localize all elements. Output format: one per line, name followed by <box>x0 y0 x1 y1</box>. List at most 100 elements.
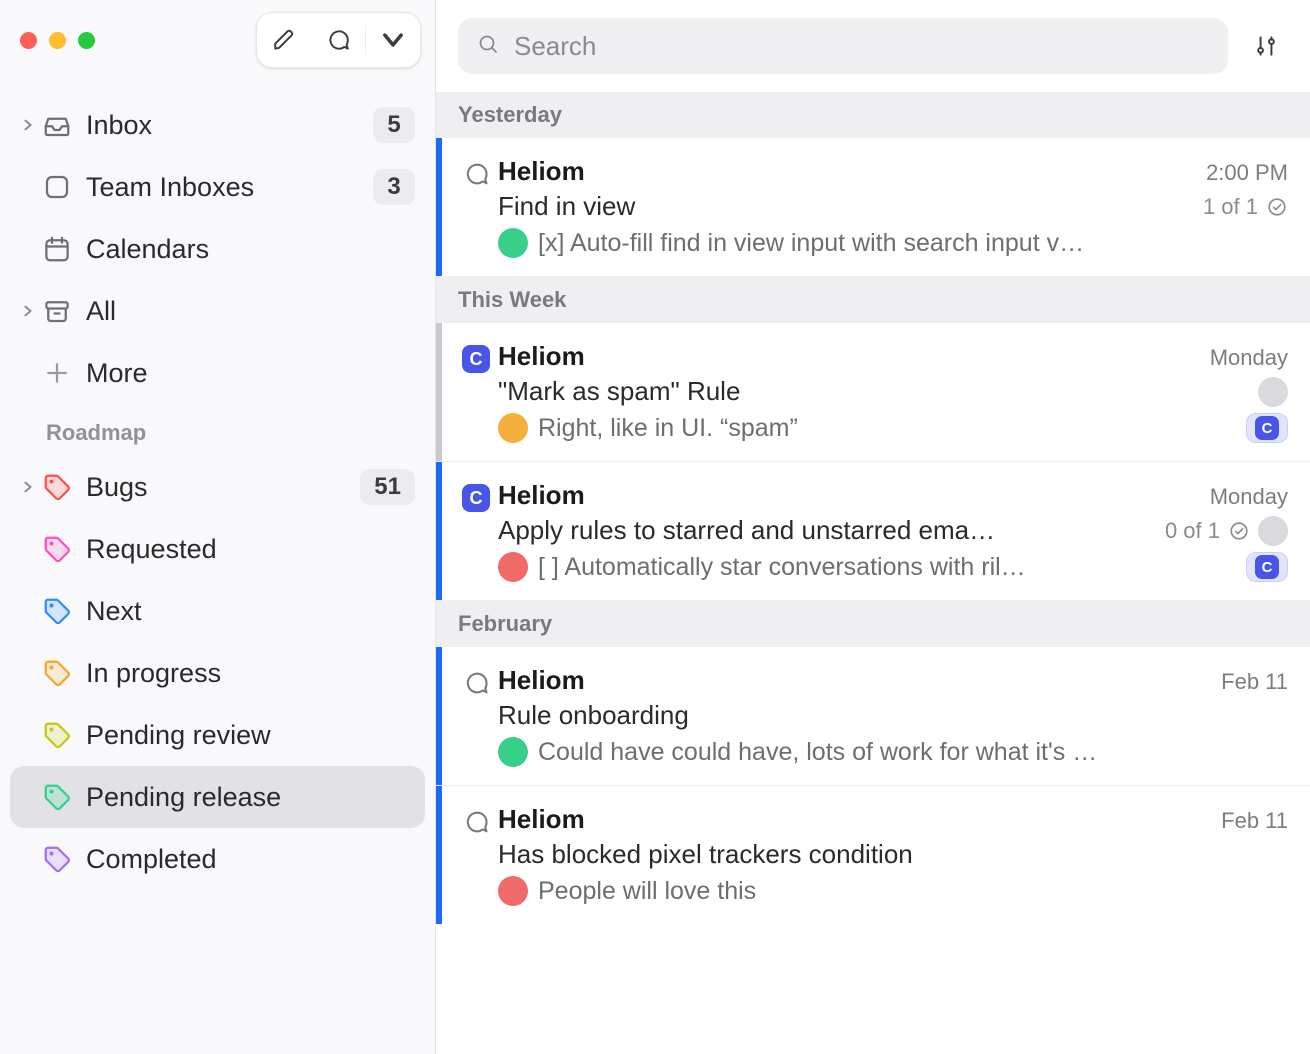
group-header: Yesterday <box>436 92 1310 138</box>
message-row[interactable]: Heliom Feb 11 Has blocked pixel trackers… <box>436 786 1310 924</box>
thread-type-icon: C <box>454 341 498 443</box>
archive-icon <box>40 294 74 328</box>
new-chat-button[interactable] <box>311 13 365 67</box>
sidebar-item-label: Calendars <box>86 234 415 265</box>
preview-text: [ ] Automatically star conversations wit… <box>538 553 1226 582</box>
tag-icon <box>40 470 74 504</box>
c-badge-icon: C <box>462 484 490 512</box>
sidebar-item-requested[interactable]: Requested <box>10 518 425 580</box>
preview-text: Could have could have, lots of work for … <box>538 738 1288 767</box>
sidebar-item-next[interactable]: Next <box>10 580 425 642</box>
message-row[interactable]: Heliom 2:00 PM Find in view 1 of 1 [x] A… <box>436 138 1310 277</box>
disclosure-icon[interactable] <box>16 304 40 318</box>
topbar: Search <box>436 0 1310 92</box>
read-stripe <box>436 323 442 461</box>
c-badge-pill: C <box>1246 552 1288 582</box>
check-circle-icon <box>1266 196 1288 218</box>
c-badge-pill: C <box>1246 413 1288 443</box>
titlebar <box>10 10 425 70</box>
thread-type-icon <box>454 804 498 906</box>
check-circle-icon <box>1228 520 1250 542</box>
tag-icon <box>40 656 74 690</box>
app-window: Inbox 5 Team Inboxes 3 Calendars All <box>0 0 1310 1054</box>
timestamp: Feb 11 <box>1221 669 1288 695</box>
sidebar-item-bugs[interactable]: Bugs 51 <box>10 456 425 518</box>
tag-icon <box>40 718 74 752</box>
compose-button[interactable] <box>257 13 311 67</box>
tag-icon <box>40 780 74 814</box>
count-badge: 5 <box>373 107 415 143</box>
timestamp: 2:00 PM <box>1206 160 1288 186</box>
progress-meta: 0 of 1 <box>1165 516 1288 546</box>
search-icon <box>476 32 500 61</box>
tag-icon <box>40 594 74 628</box>
from-label: Heliom <box>498 156 585 187</box>
avatar <box>498 737 528 767</box>
thread-type-icon <box>454 665 498 767</box>
disclosure-icon[interactable] <box>16 480 40 494</box>
toolbar-more-button[interactable] <box>366 13 420 67</box>
c-badge-icon: C <box>462 345 490 373</box>
disclosure-icon[interactable] <box>16 118 40 132</box>
message-row[interactable]: C Heliom Monday "Mark as spam" Rule Righ… <box>436 323 1310 462</box>
sidebar-item-team-inboxes[interactable]: Team Inboxes 3 <box>10 156 425 218</box>
content: Search Yesterday Heliom 2:00 PM Find in … <box>436 0 1310 1054</box>
sidebar-item-pending-review[interactable]: Pending review <box>10 704 425 766</box>
minimize-window-button[interactable] <box>49 32 66 49</box>
tag-icon <box>40 532 74 566</box>
sidebar-item-pending-release[interactable]: Pending release <box>10 766 425 828</box>
calendar-icon <box>40 232 74 266</box>
sidebar-item-in-progress[interactable]: In progress <box>10 642 425 704</box>
message-row[interactable]: C Heliom Monday Apply rules to starred a… <box>436 462 1310 601</box>
toolbar <box>256 12 421 68</box>
team-inboxes-icon <box>40 170 74 204</box>
count-badge: 51 <box>360 469 415 505</box>
unread-stripe <box>436 462 442 600</box>
participant-avatar <box>1258 516 1288 546</box>
sidebar-item-label: All <box>86 296 415 327</box>
sidebar-item-inbox[interactable]: Inbox 5 <box>10 94 425 156</box>
close-window-button[interactable] <box>20 32 37 49</box>
subject: Rule onboarding <box>498 700 1288 731</box>
subject: Apply rules to starred and unstarred ema… <box>498 515 1155 546</box>
sidebar-item-label: Inbox <box>86 110 373 141</box>
sidebar-item-calendars[interactable]: Calendars <box>10 218 425 280</box>
filters-button[interactable] <box>1244 24 1288 68</box>
thread-type-icon <box>454 156 498 258</box>
avatar <box>498 413 528 443</box>
thread-type-icon: C <box>454 480 498 582</box>
from-label: Heliom <box>498 804 585 835</box>
plus-icon <box>40 356 74 390</box>
sidebar-item-label: More <box>86 358 415 389</box>
message-list[interactable]: Yesterday Heliom 2:00 PM Find in view 1 … <box>436 92 1310 1054</box>
from-label: Heliom <box>498 341 585 372</box>
preview-text: [x] Auto-fill find in view input with se… <box>538 229 1288 258</box>
subject: Has blocked pixel trackers condition <box>498 839 1288 870</box>
timestamp: Monday <box>1210 484 1288 510</box>
search-input[interactable]: Search <box>458 18 1228 74</box>
avatar <box>498 552 528 582</box>
sidebar-item-all[interactable]: All <box>10 280 425 342</box>
from-label: Heliom <box>498 665 585 696</box>
search-placeholder: Search <box>514 31 596 62</box>
subject: Find in view <box>498 191 1193 222</box>
preview-text: People will love this <box>538 877 1288 906</box>
tag-icon <box>40 842 74 876</box>
sidebar-item-label: Requested <box>86 534 415 565</box>
sidebar-item-more[interactable]: More <box>10 342 425 404</box>
progress-meta: 1 of 1 <box>1203 194 1288 220</box>
progress-text: 1 of 1 <box>1203 194 1258 220</box>
zoom-window-button[interactable] <box>78 32 95 49</box>
sidebar-item-label: Pending release <box>86 782 415 813</box>
sidebar: Inbox 5 Team Inboxes 3 Calendars All <box>0 0 436 1054</box>
inbox-icon <box>40 108 74 142</box>
sidebar-item-label: Team Inboxes <box>86 172 373 203</box>
preview-text: Right, like in UI. “spam” <box>538 414 1226 443</box>
timestamp: Feb 11 <box>1221 808 1288 834</box>
group-header: This Week <box>436 277 1310 323</box>
unread-stripe <box>436 786 442 924</box>
sidebar-item-label: Bugs <box>86 472 360 503</box>
sidebar-item-completed[interactable]: Completed <box>10 828 425 890</box>
count-badge: 3 <box>373 169 415 205</box>
message-row[interactable]: Heliom Feb 11 Rule onboarding Could have… <box>436 647 1310 786</box>
